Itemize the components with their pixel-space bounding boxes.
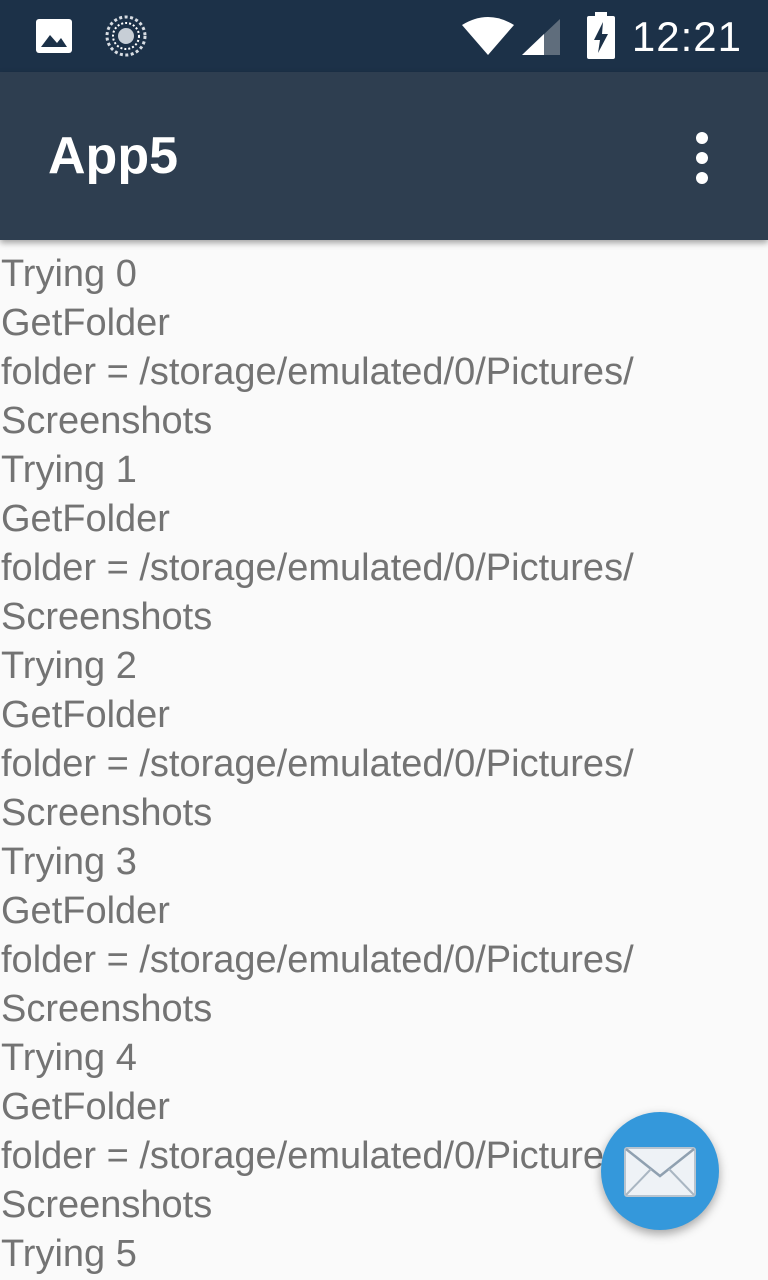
log-line: Trying 5 (1, 1233, 137, 1275)
log-line: Trying 2 (1, 645, 137, 687)
envelope-icon (624, 1147, 696, 1197)
log-line: folder = /storage/emulated/0/Pictures/ (1, 351, 634, 393)
more-vert-icon (696, 132, 708, 184)
log-line: Trying 3 (1, 841, 137, 883)
sync-progress-icon (104, 14, 148, 63)
overflow-menu-button[interactable] (680, 130, 724, 186)
battery-charging-icon (586, 12, 616, 65)
log-line: folder = /storage/emulated/0/Pictures/ (1, 547, 634, 589)
log-line: GetFolder (1, 498, 170, 540)
app-bar: App5 (0, 72, 768, 240)
log-line: GetFolder (1, 302, 170, 344)
log-line: Screenshots (1, 596, 213, 638)
image-notification-icon (34, 16, 74, 61)
status-bar: 12:21 (0, 0, 768, 72)
log-line: Trying 4 (1, 1037, 137, 1079)
wifi-icon (461, 17, 515, 62)
log-line: folder = /storage/emulated/0/Pictures/ (1, 743, 634, 785)
log-line: GetFolder (1, 890, 170, 932)
log-line: Trying 0 (1, 253, 137, 295)
app-title: App5 (48, 127, 178, 185)
log-line: Trying 1 (1, 449, 137, 491)
send-email-fab[interactable] (601, 1112, 719, 1230)
log-line: Screenshots (1, 400, 213, 442)
log-line: Screenshots (1, 988, 213, 1030)
log-line: GetFolder (1, 694, 170, 736)
log-line: folder = /storage/emulated/0/Pictures/ (1, 939, 634, 981)
cell-signal-icon (520, 17, 562, 62)
status-time: 12:21 (631, 13, 742, 60)
log-line: Screenshots (1, 792, 213, 834)
